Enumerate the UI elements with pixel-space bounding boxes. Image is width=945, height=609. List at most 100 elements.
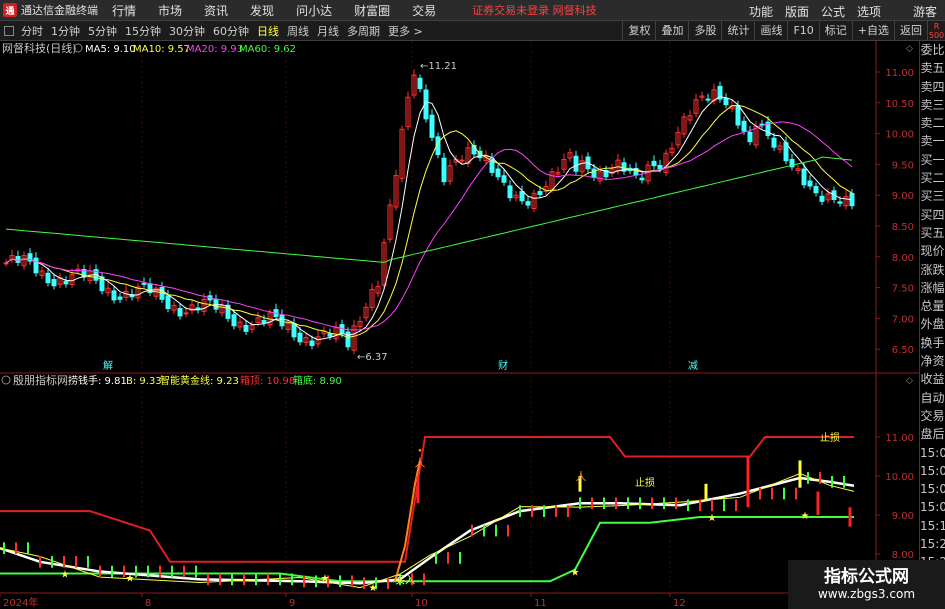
side-panel-item-2: 卖四 (920, 79, 945, 94)
date-label: 12 (673, 598, 686, 609)
period-tab-6[interactable]: 日线 (253, 23, 283, 39)
side-panel-item-24: 15:00 (920, 482, 945, 497)
period-tab-5[interactable]: 60分钟 (209, 23, 253, 39)
period-tab-2[interactable]: 5分钟 (84, 23, 121, 39)
person-signal-icon: 人 (415, 456, 426, 469)
candle-body (231, 314, 237, 327)
period-tab-8[interactable]: 月线 (313, 23, 343, 39)
main-axis-label: 8.00 (892, 253, 914, 264)
right-menu-item-2[interactable]: 公式 (821, 3, 845, 20)
ma60-label: MA60: 9.62 (239, 44, 296, 55)
tool-button-3[interactable]: 统计 (721, 21, 754, 41)
candle-body (63, 280, 69, 285)
level-badge: R 500 (927, 21, 945, 41)
candle-body (525, 201, 531, 206)
right-menu-item-1[interactable]: 版面 (785, 3, 809, 20)
date-label: 11 (534, 598, 547, 609)
marker-icon: ⚫ (417, 448, 422, 455)
buy-label: 买入 (395, 574, 415, 586)
side-panel-item-21: 盘后 (920, 427, 945, 442)
main-axis-label: 7.00 (892, 314, 914, 325)
date-label: 10 (415, 598, 428, 609)
menu-item-4[interactable]: 问小达 (296, 2, 332, 19)
tool-button-5[interactable]: F10 (787, 21, 818, 41)
side-panel-item-7: 买二 (920, 171, 945, 186)
candle-body (429, 114, 435, 138)
star-signal-icon: ★ (708, 513, 717, 524)
menu-item-6[interactable]: 交易 (412, 2, 436, 19)
period-tab-9[interactable]: 多周期 (343, 23, 384, 39)
indicator-line1: 捞钱手: 9.81 (68, 374, 127, 387)
main-axis-label: 11.00 (885, 68, 914, 79)
star-signal-icon: ★ (369, 583, 378, 594)
main-diamond-icon: ◇ (906, 44, 913, 54)
candle-body (801, 168, 807, 186)
high-price-label: ←11.21 (420, 61, 457, 72)
candle-body (819, 195, 825, 202)
candle-body (243, 324, 249, 332)
candle-body (183, 312, 189, 315)
candle-body (741, 120, 747, 132)
indicator-title: 殷朋指标网 (13, 373, 68, 387)
candle-body (111, 290, 117, 301)
period-bar: 分时 1分钟 5分钟 15分钟 30分钟 60分钟 日线 周线 月线 多周期 更多 > 复权 叠加 多股… (0, 21, 945, 41)
tool-button-8[interactable]: 返回 (894, 21, 927, 41)
candle-body (45, 272, 51, 284)
main-chart-title: 网督科技(日线) (2, 41, 77, 55)
chart-bg (0, 41, 919, 609)
side-panel-item-25: 15:00 (920, 500, 945, 515)
event-marker-0: 解 (103, 359, 113, 372)
side-panel-item-9: 买四 (920, 207, 945, 222)
candle-body (657, 164, 663, 170)
right-menu-item-0[interactable]: 功能 (749, 3, 773, 20)
tool-button-7[interactable]: +自选 (851, 21, 894, 41)
side-panel-item-6: 买一 (920, 152, 945, 167)
candle-body (297, 332, 303, 343)
candle-body (309, 340, 315, 347)
candle-body (591, 168, 597, 178)
side-panel-item-13: 涨幅 (920, 280, 945, 295)
kline-chart[interactable]: 11.00 10.50 10.00 9.50 9.00 8.50 8.00 7.50 7.00 6… (0, 41, 919, 609)
side-panel-item-0: 委比 (920, 43, 945, 57)
menu-item-5[interactable]: 财富圈 (354, 2, 390, 19)
candle-body (15, 256, 21, 263)
period-tab-1[interactable]: 1分钟 (47, 23, 84, 39)
side-panel-item-14: 总量 (920, 299, 945, 314)
candle-body (459, 159, 465, 162)
side-panel-item-12: 涨跌 (920, 262, 945, 277)
guest-button[interactable]: 游客 (913, 3, 937, 20)
tool-button-2[interactable]: 多股 (688, 21, 721, 41)
candle-body (723, 97, 729, 106)
tool-button-1[interactable]: 叠加 (655, 21, 688, 41)
menu-item-1[interactable]: 市场 (158, 2, 182, 19)
candle-body (837, 201, 843, 204)
watermark-url: www.zbgs3.com (817, 587, 916, 601)
period-tab-3[interactable]: 15分钟 (121, 23, 165, 39)
tool-button-4[interactable]: 画线 (754, 21, 787, 41)
side-panel-item-27: 15:22 (920, 537, 945, 552)
indicator-line2: B: 9.33 (126, 376, 162, 387)
tool-button-6[interactable]: 标记 (818, 21, 852, 41)
side-panel-item-26: 15:15 (920, 518, 945, 533)
right-menu-item-3[interactable]: 选项 (857, 3, 881, 20)
side-panel-item-17: 净资 (920, 354, 945, 369)
period-tab-4[interactable]: 30分钟 (165, 23, 209, 39)
side-panel-item-20: 交易 (920, 408, 945, 423)
menu-item-0[interactable]: 行情 (112, 2, 136, 19)
period-tab-10[interactable]: 更多 > (384, 23, 427, 39)
candle-body (33, 257, 39, 274)
candle-body (771, 137, 777, 148)
star-signal-icon: ★ (801, 511, 810, 522)
menu-item-2[interactable]: 资讯 (204, 2, 228, 19)
period-tab-7[interactable]: 周线 (283, 23, 313, 39)
menu-item-3[interactable]: 发现 (250, 2, 274, 19)
tool-button-0[interactable]: 复权 (622, 21, 655, 41)
candle-body (747, 131, 753, 143)
main-axis-label: 9.00 (892, 191, 914, 202)
side-panel-item-4: 卖二 (920, 116, 945, 131)
indicator-line5: 箱底: 8.90 (293, 374, 342, 387)
app-name: 通达信金融终端 (21, 4, 98, 17)
period-tab-0[interactable]: 分时 (17, 23, 47, 39)
layout-toggle-icon[interactable] (4, 25, 14, 36)
candle-body (261, 320, 267, 324)
